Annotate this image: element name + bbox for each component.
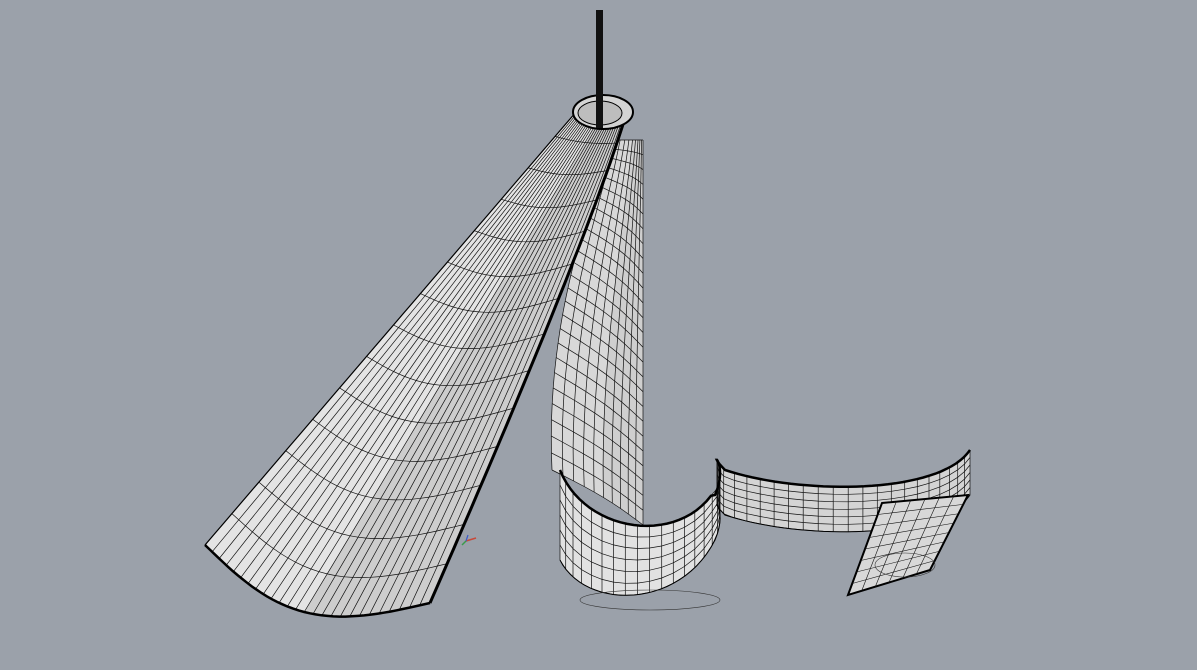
- vertical-pole[interactable]: [596, 10, 603, 128]
- model-scene[interactable]: [0, 0, 1197, 670]
- 3d-viewport[interactable]: [0, 0, 1197, 670]
